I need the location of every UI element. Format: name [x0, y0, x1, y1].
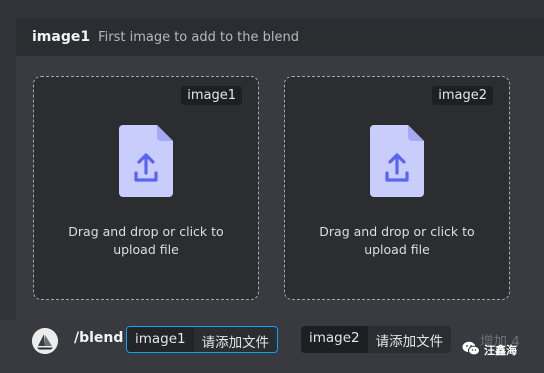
option-name: image1 — [127, 327, 194, 352]
dropzone-instructions: Drag and drop or click to upload file — [319, 224, 475, 257]
dropzone-tag: image2 — [432, 86, 493, 105]
option-value: 请添加文件 — [367, 326, 452, 353]
upload-file-icon — [370, 125, 424, 201]
watermark: 汪鑫海 — [462, 341, 517, 359]
dropzone-tag: image1 — [181, 86, 242, 105]
dropzone-instructions: Drag and drop or click to upload file — [68, 224, 224, 257]
option-title: image1 — [32, 29, 91, 45]
dropzone-area: image1 Drag and drop or click to upload … — [16, 56, 544, 320]
command-option-image1[interactable]: image1 请添加文件 — [126, 326, 279, 353]
option-value: 请添加文件 — [193, 327, 278, 352]
upload-dropzone-image2[interactable]: image2 Drag and drop or click to upload … — [284, 76, 510, 300]
wechat-icon — [462, 341, 480, 359]
option-name: image2 — [301, 326, 368, 353]
attachment-panel: image1 First image to add to the blend i… — [16, 18, 544, 320]
slash-command-name: /blend — [74, 330, 124, 346]
upload-dropzone-image1[interactable]: image1 Drag and drop or click to upload … — [33, 76, 259, 300]
watermark-text: 汪鑫海 — [484, 344, 517, 357]
command-option-image2[interactable]: image2 请添加文件 — [301, 326, 452, 353]
option-description: First image to add to the blend — [98, 29, 299, 45]
upload-file-icon — [119, 125, 173, 201]
bot-avatar — [32, 328, 58, 354]
panel-header: image1 First image to add to the blend — [16, 18, 544, 56]
